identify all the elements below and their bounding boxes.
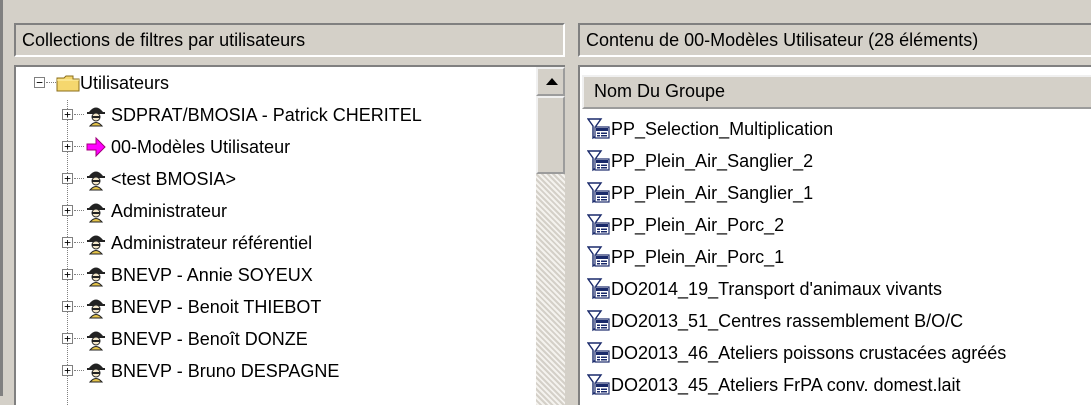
tree-connector: [74, 242, 84, 243]
filter-group-icon: [586, 213, 611, 237]
tree-item-label: SDPRAT/BMOSIA - Patrick CHERITEL: [111, 105, 422, 125]
tree-item-expander[interactable]: +: [62, 173, 73, 184]
filter-group-icon: [586, 245, 611, 269]
up-arrow-icon: [546, 78, 558, 85]
tree-root-label: Utilisateurs: [80, 73, 170, 93]
user-icon: [84, 103, 108, 127]
tree-item-expander[interactable]: +: [62, 237, 73, 248]
tree-item-label: 00-Modèles Utilisateur: [111, 137, 291, 157]
tree-item-expander[interactable]: +: [62, 333, 73, 344]
tree-item[interactable]: Administrateur: [111, 195, 227, 227]
column-header-nom-du-groupe[interactable]: Nom Du Groupe: [582, 75, 1091, 109]
scroll-up-button[interactable]: [536, 67, 565, 96]
tree-item[interactable]: BNEVP - Annie SOYEUX: [111, 259, 313, 291]
user-icon: [84, 231, 108, 255]
list-item-label: DO2014_19_Transport d'animaux vivants: [611, 279, 942, 299]
filter-group-icon: [586, 309, 611, 333]
tree-item-expander[interactable]: +: [62, 365, 73, 376]
filter-group-icon: [586, 373, 611, 397]
scroll-thumb[interactable]: [536, 96, 565, 174]
user-tree-panel[interactable]: − Utilisateurs + SDPRAT/BMOSIA - Patrick …: [14, 65, 565, 405]
list-item-label: PP_Plein_Air_Porc_2: [611, 215, 785, 235]
tree-connector: [74, 146, 84, 147]
tree-item-expander[interactable]: +: [62, 109, 73, 120]
folder-icon: [56, 75, 80, 92]
user-icon: [84, 327, 108, 351]
list-item-label: PP_Plein_Air_Sanglier_2: [611, 151, 814, 171]
window-edge: [0, 0, 3, 396]
tree-connector: [74, 210, 84, 211]
tree-item-expander[interactable]: +: [62, 269, 73, 280]
filter-group-icon: [586, 181, 611, 205]
tree-root-utilisateurs[interactable]: Utilisateurs: [80, 67, 169, 99]
right-panel-header: Contenu de 00-Modèles Utilisateur (28 él…: [578, 23, 1091, 57]
tree-item-label: BNEVP - Benoit THIEBOT: [111, 297, 322, 317]
tree-item[interactable]: Administrateur référentiel: [111, 227, 312, 259]
root-expander[interactable]: −: [34, 77, 45, 88]
user-icon: [84, 295, 108, 319]
list-item-label: DO2013_45_Ateliers FrPA conv. domest.lai…: [611, 375, 961, 395]
tree-connector: [74, 338, 84, 339]
tree-connector: [74, 114, 84, 115]
tree-item[interactable]: SDPRAT/BMOSIA - Patrick CHERITEL: [111, 99, 422, 131]
tree-item-expander[interactable]: +: [62, 141, 73, 152]
tree-item-label: BNEVP - Annie SOYEUX: [111, 265, 313, 285]
tree-connector: [74, 306, 84, 307]
tree-item[interactable]: BNEVP - Bruno DESPAGNE: [111, 355, 339, 387]
filter-group-icon: [586, 277, 611, 301]
user-icon: [84, 199, 108, 223]
filter-group-icon: [586, 341, 611, 365]
vertical-scrollbar[interactable]: [536, 67, 565, 405]
tree-item[interactable]: 00-Modèles Utilisateur: [111, 131, 290, 163]
tree-connector: [74, 178, 84, 179]
left-panel-header: Collections de filtres par utilisateurs: [14, 23, 565, 57]
list-item-label: PP_Plein_Air_Porc_1: [611, 247, 785, 267]
list-item-label: PP_Plein_Air_Sanglier_1: [611, 183, 814, 203]
list-item-label: PP_Selection_Multiplication: [611, 119, 834, 139]
tree-item-label: BNEVP - Benoît DONZE: [111, 329, 308, 349]
tree-item-label: Administrateur: [111, 201, 228, 221]
user-icon: [84, 263, 108, 287]
list-item-label: DO2013_51_Centres rassemblement B/O/C: [611, 311, 964, 331]
arrow-right-icon: [84, 135, 108, 159]
filter-group-icon: [586, 149, 611, 173]
tree-item[interactable]: <test BMOSIA>: [111, 163, 236, 195]
tree-item-label: BNEVP - Bruno DESPAGNE: [111, 361, 340, 381]
tree-connector: [74, 274, 84, 275]
user-icon: [84, 359, 108, 383]
tree-connector: [46, 82, 56, 83]
group-list-panel[interactable]: Nom Du Groupe PP_Selection_Multiplicatio…: [578, 65, 1091, 405]
list-item-label: DO2013_46_Ateliers poissons crustacées a…: [611, 343, 1007, 363]
tree-item-label: <test BMOSIA>: [111, 169, 237, 189]
tree-item[interactable]: BNEVP - Benoît DONZE: [111, 323, 308, 355]
tree-connector: [74, 370, 84, 371]
filter-group-icon: [586, 117, 611, 141]
tree-item-expander[interactable]: +: [62, 301, 73, 312]
tree-item-label: Administrateur référentiel: [111, 233, 313, 253]
user-icon: [84, 167, 108, 191]
tree-item-expander[interactable]: +: [62, 205, 73, 216]
tree-item[interactable]: BNEVP - Benoit THIEBOT: [111, 291, 321, 323]
